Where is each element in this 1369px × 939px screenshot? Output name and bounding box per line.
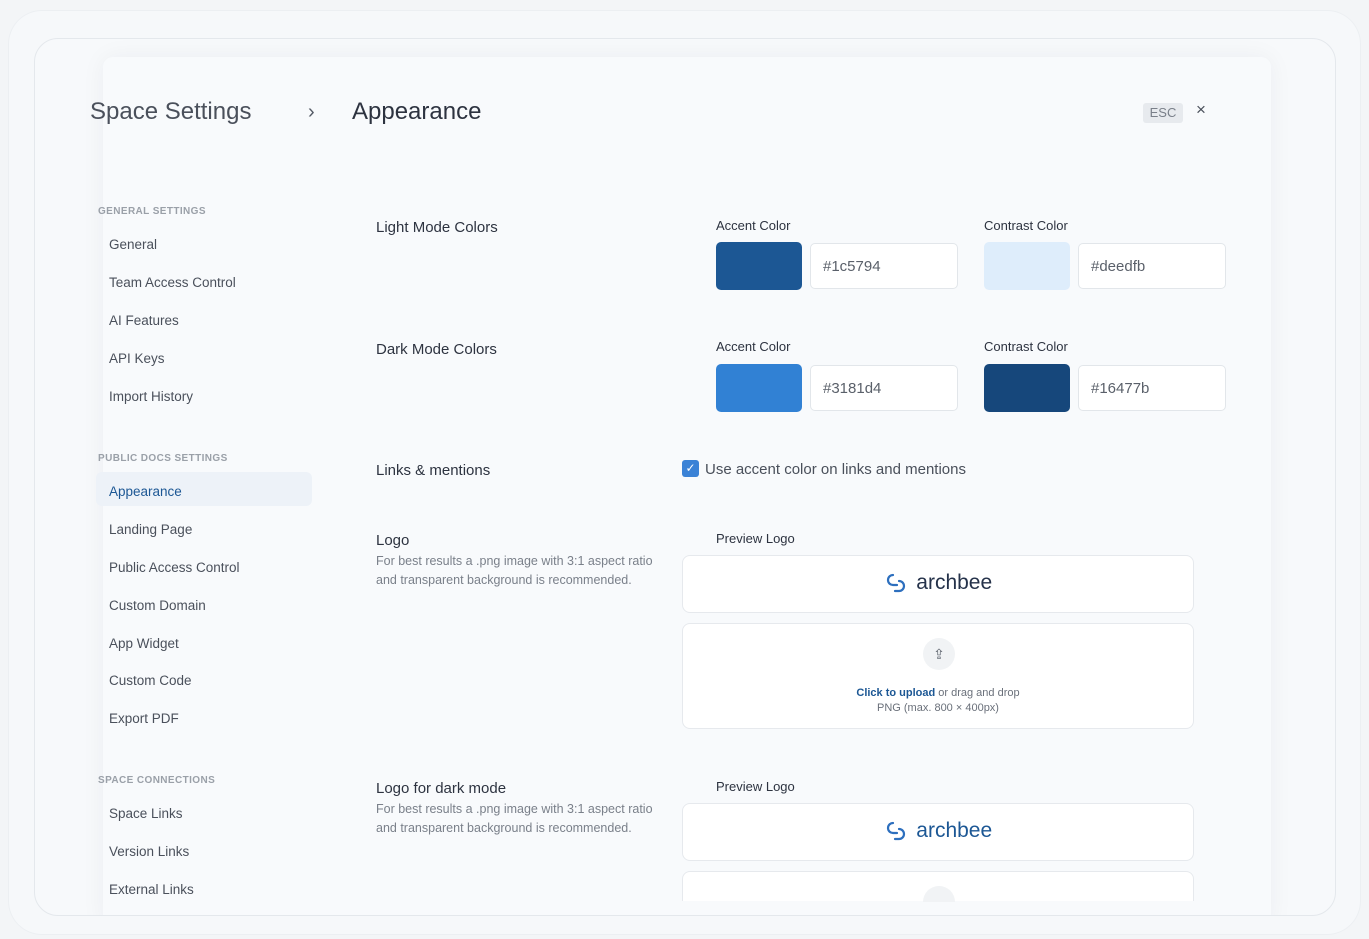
sidebar-heading-public-docs: PUBLIC DOCS SETTINGS: [98, 453, 228, 464]
page-title[interactable]: Space Settings: [90, 98, 251, 126]
upload-rest-text: or drag and drop: [935, 687, 1020, 699]
light-contrast-label: Contrast Color: [984, 218, 1068, 233]
dark-contrast-swatch[interactable]: [984, 364, 1070, 412]
sidebar-item-external-links[interactable]: External Links: [109, 882, 194, 897]
sidebar-item-custom-domain[interactable]: Custom Domain: [109, 598, 206, 613]
upload-hint: PNG (max. 800 × 400px): [877, 702, 999, 714]
sidebar-item-appearance[interactable]: Appearance: [109, 484, 182, 499]
sidebar-item-version-links[interactable]: Version Links: [109, 844, 189, 859]
breadcrumb-current: Appearance: [352, 98, 482, 125]
upload-cloud-icon[interactable]: [923, 886, 955, 902]
sidebar-item-api-keys[interactable]: API Keys: [109, 351, 165, 366]
dark-accent-swatch[interactable]: [716, 364, 802, 412]
logo-title: Logo: [376, 532, 410, 549]
close-icon[interactable]: ×: [1196, 100, 1206, 120]
sidebar-item-general[interactable]: General: [109, 237, 157, 252]
esc-badge: ESC: [1143, 103, 1183, 123]
logo-dark-description: For best results a .png image with 3:1 a…: [376, 802, 653, 835]
sidebar-item-import-history[interactable]: Import History: [109, 389, 193, 404]
dark-contrast-input[interactable]: #16477b: [1078, 365, 1226, 411]
dark-mode-title: Dark Mode Colors: [376, 341, 497, 358]
dark-contrast-label: Contrast Color: [984, 339, 1068, 354]
check-icon: ✓: [685, 461, 696, 475]
sidebar-item-team-access-control[interactable]: Team Access Control: [109, 275, 236, 290]
light-mode-title: Light Mode Colors: [376, 219, 498, 236]
sidebar-item-custom-code[interactable]: Custom Code: [109, 673, 192, 688]
logo-dark-title: Logo for dark mode: [376, 780, 507, 797]
logo-dark-preview-label: Preview Logo: [716, 779, 795, 794]
dark-accent-label: Accent Color: [716, 339, 791, 354]
archbee-logo-icon: [886, 821, 905, 841]
logo-wordmark: archbee: [916, 571, 993, 594]
archbee-logo-icon: [886, 573, 905, 593]
sidebar-item-space-links[interactable]: Space Links: [109, 806, 183, 821]
sidebar-item-app-widget[interactable]: App Widget: [109, 636, 179, 651]
links-mentions-title: Links & mentions: [376, 462, 491, 479]
accent-links-label[interactable]: Use accent color on links and mentions: [705, 461, 966, 478]
sidebar-heading-general: GENERAL SETTINGS: [98, 206, 206, 217]
upload-instructions: Click to upload or drag and drop PNG (ma…: [683, 686, 1193, 716]
sidebar-item-public-access-control[interactable]: Public Access Control: [109, 560, 240, 575]
accent-links-checkbox[interactable]: ✓: [682, 460, 699, 477]
chevron-right-icon: ›: [308, 101, 315, 123]
light-contrast-swatch[interactable]: [984, 242, 1070, 290]
sidebar-heading-connections: SPACE CONNECTIONS: [98, 775, 216, 786]
light-accent-input[interactable]: #1c5794: [810, 243, 958, 289]
logo-dark-upload-dropzone[interactable]: [682, 871, 1194, 902]
archbee-logo-dark: archbee: [683, 819, 1193, 843]
upload-cloud-icon[interactable]: ⇪: [923, 638, 955, 670]
logo-dark-preview: archbee: [682, 803, 1194, 861]
logo-preview-label: Preview Logo: [716, 531, 795, 546]
archbee-logo: archbee: [683, 571, 1193, 595]
logo-upload-dropzone[interactable]: ⇪ Click to upload or drag and drop PNG (…: [682, 623, 1194, 729]
light-accent-label: Accent Color: [716, 218, 791, 233]
light-contrast-input[interactable]: #deedfb: [1078, 243, 1226, 289]
light-accent-swatch[interactable]: [716, 242, 802, 290]
sidebar-item-export-pdf[interactable]: Export PDF: [109, 711, 179, 726]
sidebar-item-landing-page[interactable]: Landing Page: [109, 522, 192, 537]
logo-dark-wordmark: archbee: [916, 819, 993, 842]
upload-link[interactable]: Click to upload: [856, 687, 935, 699]
sidebar-item-ai-features[interactable]: AI Features: [109, 313, 179, 328]
dark-accent-input[interactable]: #3181d4: [810, 365, 958, 411]
logo-description: For best results a .png image with 3:1 a…: [376, 554, 653, 587]
logo-preview: archbee: [682, 555, 1194, 613]
